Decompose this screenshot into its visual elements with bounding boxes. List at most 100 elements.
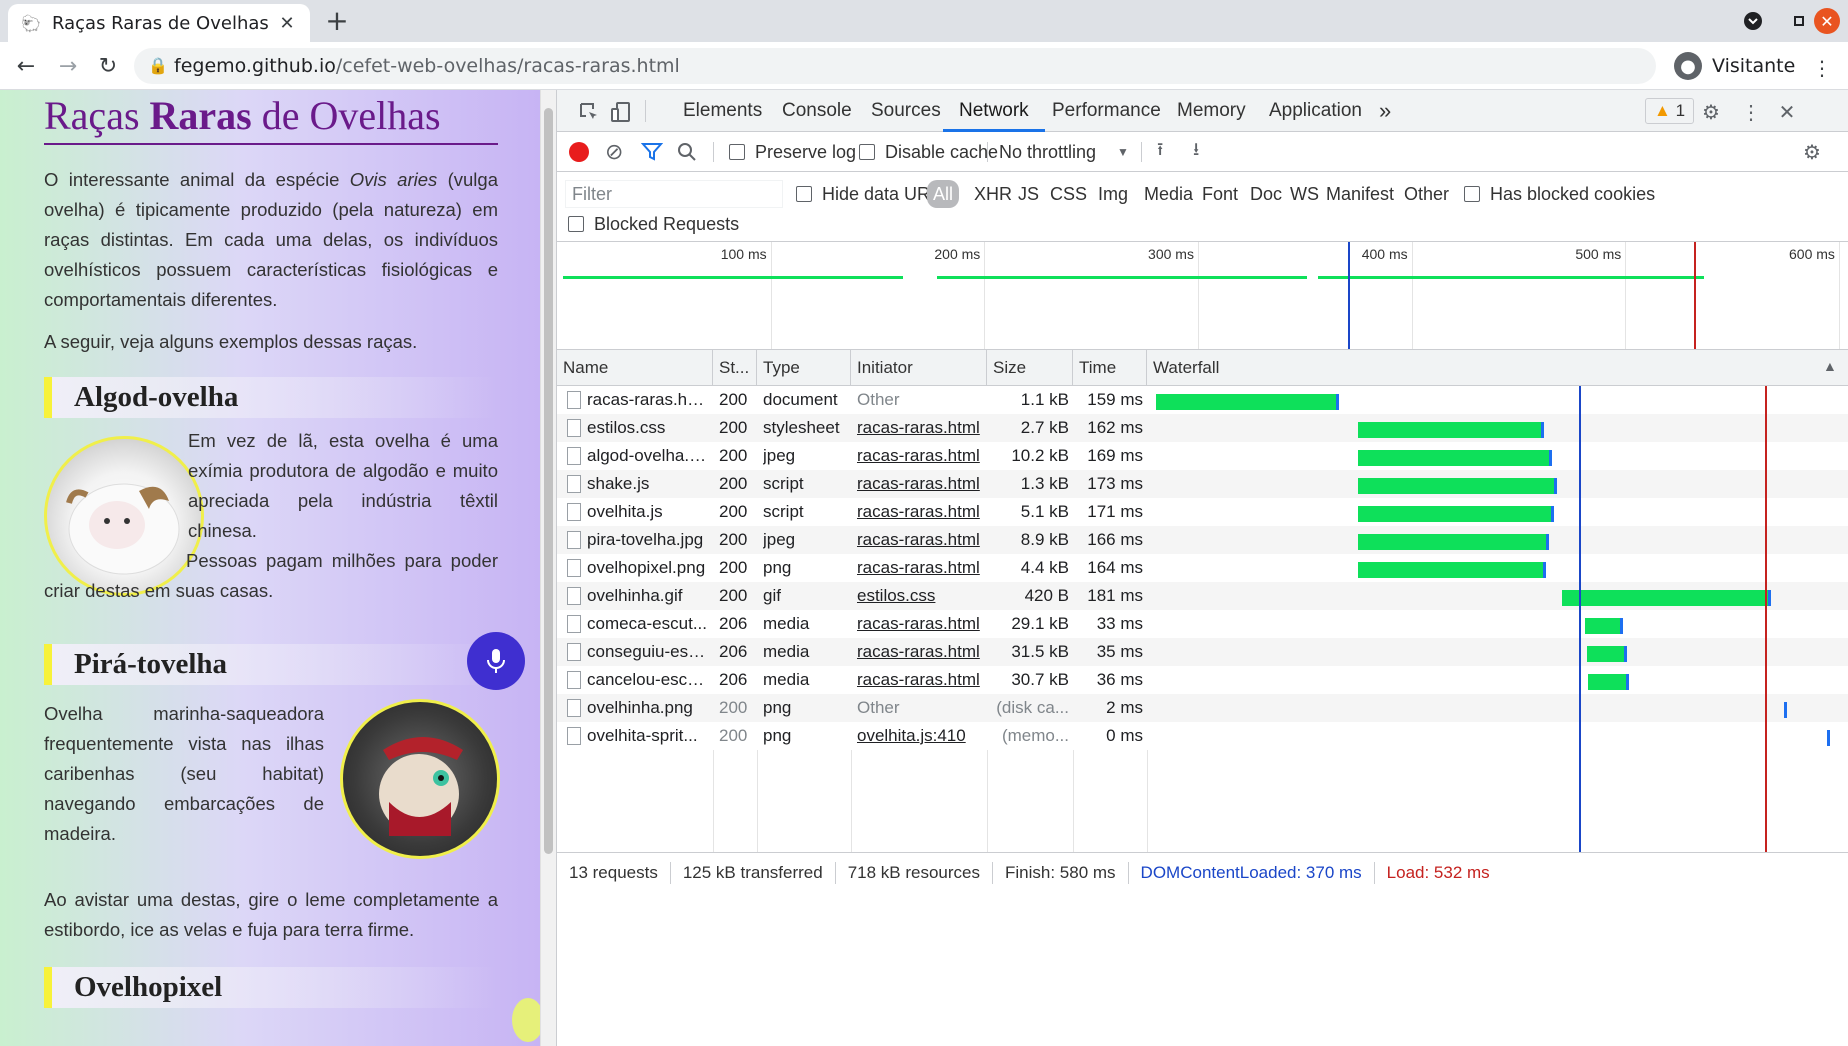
profile-button[interactable]: ● Visitante <box>1668 48 1801 84</box>
export-har-icon[interactable]: ⭳ <box>1193 132 1199 172</box>
waterfall-bar[interactable] <box>1585 618 1624 634</box>
network-settings-gear-icon[interactable]: ⚙ <box>1803 132 1821 172</box>
maximize-icon[interactable] <box>1786 8 1812 34</box>
cell-initiator[interactable]: estilos.css <box>857 582 983 610</box>
waterfall-bar[interactable] <box>1357 534 1549 550</box>
table-row[interactable]: ovelhita.js 200 script racas-raras.html 5.1 … <box>557 498 1848 526</box>
col-name[interactable]: Name <box>557 350 713 386</box>
reload-icon[interactable]: ↻ <box>94 52 122 80</box>
waterfall-bar[interactable] <box>1826 730 1830 746</box>
table-row[interactable]: ovelhita-sprit... 200 png ovelhita.js:410 (m… <box>557 722 1848 750</box>
tab-elements[interactable]: Elements <box>667 90 778 132</box>
back-icon[interactable]: ← <box>12 52 40 80</box>
filter-doc[interactable]: Doc <box>1247 180 1285 208</box>
table-row[interactable]: conseguiu-esc... 206 media racas-raras.html… <box>557 638 1848 666</box>
waterfall-bar[interactable] <box>1357 562 1547 578</box>
col-initiator[interactable]: Initiator <box>851 350 987 386</box>
waterfall-bar[interactable] <box>1586 646 1627 662</box>
col-type[interactable]: Type <box>757 350 851 386</box>
address-bar[interactable]: 🔒 fegemo.github.io/cefet-web-ovelhas/rac… <box>134 48 1656 84</box>
table-row[interactable]: pira-tovelha.jpg 200 jpeg racas-raras.html 8… <box>557 526 1848 554</box>
filter-xhr[interactable]: XHR <box>971 180 1015 208</box>
table-row[interactable]: ovelhinha.gif 200 gif estilos.css 420 B 181 m… <box>557 582 1848 610</box>
cell-initiator[interactable]: racas-raras.html <box>857 610 983 638</box>
blocked-requests-checkbox[interactable]: Blocked Requests <box>565 210 742 238</box>
waterfall-bar[interactable] <box>1784 702 1788 718</box>
cell-initiator[interactable]: racas-raras.html <box>857 470 983 498</box>
cell-initiator[interactable]: racas-raras.html <box>857 666 983 694</box>
disable-cache-checkbox[interactable]: Disable cache <box>859 132 998 172</box>
preserve-log-checkbox[interactable]: Preserve log <box>729 132 856 172</box>
filter-input[interactable]: Filter <box>565 180 783 208</box>
tab-performance[interactable]: Performance <box>1036 90 1177 132</box>
waterfall-bar[interactable] <box>1156 394 1340 410</box>
window-close-icon[interactable]: ✕ <box>1814 8 1840 34</box>
table-row[interactable]: algod-ovelha.j... 200 jpeg racas-raras.html… <box>557 442 1848 470</box>
table-row[interactable]: racas-raras.html 200 document Other 1.1 kB 15… <box>557 386 1848 414</box>
close-tab-icon[interactable]: ✕ <box>276 13 298 34</box>
waterfall-bar[interactable] <box>1357 478 1557 494</box>
network-overview[interactable]: 100 ms 200 ms 300 ms 400 ms 500 ms 600 ms <box>557 242 1848 350</box>
tab-search-icon[interactable] <box>1740 8 1766 34</box>
filter-icon[interactable] <box>641 132 663 172</box>
table-row[interactable]: estilos.css 200 stylesheet racas-raras.html… <box>557 414 1848 442</box>
has-blocked-cookies-checkbox[interactable]: Has blocked cookies <box>1461 180 1658 208</box>
cell-initiator[interactable]: racas-raras.html <box>857 414 983 442</box>
settings-gear-icon[interactable]: ⚙ <box>1697 98 1725 126</box>
tab-network[interactable]: Network <box>943 90 1045 132</box>
throttling-select[interactable]: No throttling ▼ <box>999 132 1129 172</box>
filter-other[interactable]: Other <box>1401 180 1452 208</box>
table-row[interactable]: shake.js 200 script racas-raras.html 1.3 kB 1… <box>557 470 1848 498</box>
table-row[interactable]: cancelou-escu... 206 media racas-raras.html… <box>557 666 1848 694</box>
filter-font[interactable]: Font <box>1199 180 1241 208</box>
tab-console[interactable]: Console <box>766 90 868 132</box>
filter-js[interactable]: JS <box>1015 180 1042 208</box>
scrollbar-thumb[interactable] <box>544 108 553 854</box>
cell-initiator[interactable]: racas-raras.html <box>857 442 983 470</box>
waterfall-bar[interactable] <box>1357 450 1553 466</box>
search-icon[interactable] <box>677 132 697 172</box>
clear-icon[interactable]: ⊘ <box>605 132 623 172</box>
device-toolbar-icon[interactable] <box>607 98 635 126</box>
inspect-element-icon[interactable] <box>575 98 603 126</box>
tab-memory[interactable]: Memory <box>1161 90 1262 132</box>
cell-initiator[interactable]: racas-raras.html <box>857 638 983 666</box>
warnings-badge[interactable]: ▲ 1 <box>1645 98 1695 124</box>
filter-media[interactable]: Media <box>1141 180 1196 208</box>
close-devtools-icon[interactable]: ✕ <box>1773 98 1801 126</box>
new-tab-button[interactable]: + <box>322 6 352 36</box>
waterfall-bar[interactable] <box>1587 674 1630 690</box>
page-scrollbar[interactable] <box>540 90 556 1046</box>
forward-icon[interactable]: → <box>54 52 82 80</box>
microphone-button[interactable] <box>467 632 525 690</box>
filter-css[interactable]: CSS <box>1047 180 1090 208</box>
browser-menu-icon[interactable]: ⋮ <box>1812 56 1832 80</box>
table-row[interactable]: comeca-escut... 206 media racas-raras.html 2… <box>557 610 1848 638</box>
filter-ws[interactable]: WS <box>1287 180 1322 208</box>
waterfall-bar[interactable] <box>1357 422 1544 438</box>
cell-initiator[interactable]: racas-raras.html <box>857 498 983 526</box>
cell-initiator[interactable]: racas-raras.html <box>857 526 983 554</box>
cell-initiator[interactable]: ovelhita.js:410 <box>857 722 983 750</box>
browser-tab[interactable]: 🐑 Raças Raras de Ovelhas ✕ <box>8 4 310 42</box>
sort-asc-icon[interactable]: ▲ <box>1823 358 1837 374</box>
waterfall-bar[interactable] <box>1562 590 1771 606</box>
devtools-menu-icon[interactable]: ⋮ <box>1737 98 1765 126</box>
col-time[interactable]: Time <box>1073 350 1147 386</box>
cell-initiator[interactable]: racas-raras.html <box>857 554 983 582</box>
table-row[interactable]: ovelhinha.png 200 png Other (disk ca... 2 ms <box>557 694 1848 722</box>
col-size[interactable]: Size <box>987 350 1073 386</box>
filter-img[interactable]: Img <box>1095 180 1131 208</box>
tab-application[interactable]: Application <box>1253 90 1378 132</box>
tab-sources[interactable]: Sources <box>855 90 957 132</box>
more-tabs-icon[interactable]: » <box>1363 90 1407 132</box>
filter-manifest[interactable]: Manifest <box>1323 180 1397 208</box>
filter-all[interactable]: All <box>927 180 960 208</box>
import-har-icon[interactable]: ⭱ <box>1157 132 1163 172</box>
col-waterfall[interactable]: Waterfall <box>1147 350 1848 386</box>
record-button[interactable] <box>569 132 589 172</box>
table-row[interactable]: ovelhopixel.png 200 png racas-raras.html 4.4… <box>557 554 1848 582</box>
waterfall-bar[interactable] <box>1357 506 1555 522</box>
col-status[interactable]: St... <box>713 350 757 386</box>
overview-gridline <box>1838 242 1840 349</box>
